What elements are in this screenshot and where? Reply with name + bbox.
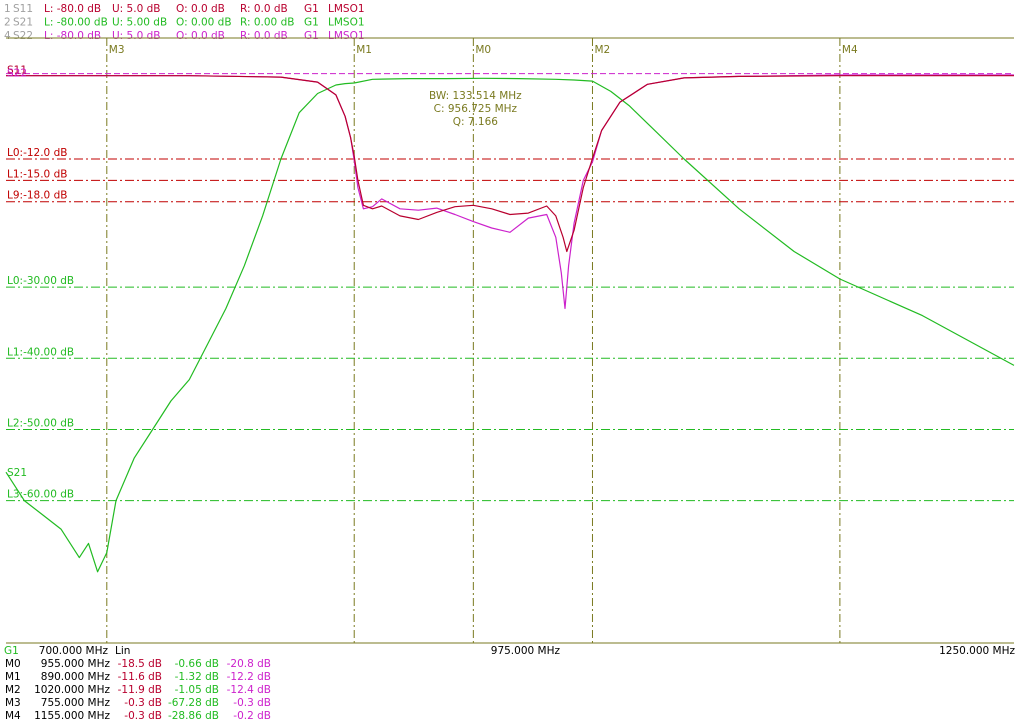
marker-table-s11: -18.5 dB — [118, 658, 162, 670]
annotation-line: Q: 7.166 — [453, 116, 499, 128]
traces: S11S22S21 — [5, 65, 1015, 573]
trace-lower-scale: L: -80.0 dB — [44, 30, 101, 42]
marker-table-id: M3 — [5, 697, 21, 709]
trace-param-label: S22 — [13, 30, 33, 42]
marker-label-m2: M2 — [594, 44, 610, 56]
marker-table-s21: -67.28 dB — [168, 697, 219, 709]
limit-line-label: L1:-15.0 dB — [7, 168, 67, 180]
axis-start-freq: 700.000 MHz — [39, 645, 109, 657]
marker-table-s22: -0.3 dB — [233, 697, 271, 709]
marker-table: M0 955.000 MHz -18.5 dB -0.66 dB -20.8 dB M1 8… — [5, 658, 271, 722]
marker-table-freq: 1020.000 MHz — [34, 684, 110, 696]
trace-s21 — [5, 77, 1015, 573]
trace-tag-s21: S21 — [7, 467, 27, 479]
trace-upper-scale: U: 5.0 dB — [112, 3, 160, 15]
marker-table-id: M1 — [5, 671, 21, 683]
trace-param-label: S11 — [13, 3, 33, 15]
vna-plot: 1 S11 L: -80.0 dB U: 5.0 dB O: 0.0 dB R: 0.0 … — [4, 3, 1015, 722]
trace-lower-scale: L: -80.0 dB — [44, 3, 101, 15]
bandwidth-annotation: BW: 133.514 MHzC: 956.725 MHzQ: 7.166 — [429, 90, 522, 128]
trace-tag-s22: S22 — [7, 68, 27, 80]
limit-line-label: L2:-50.00 dB — [7, 417, 74, 429]
marker-table-s22: -0.2 dB — [233, 710, 271, 722]
marker-label-m3: M3 — [109, 44, 125, 56]
grid: M0 M1 M2 M3 M4 — [6, 37, 1014, 644]
trace-name: LMSO1 — [328, 30, 365, 42]
annotation-line: C: 956.725 MHz — [434, 103, 518, 115]
limit-line-label: L9:-18.0 dB — [7, 190, 67, 202]
trace-group: G1 — [304, 3, 319, 15]
trace-group: G1 — [304, 30, 319, 42]
trace-offset: O: 0.00 dB — [176, 17, 232, 29]
marker-table-freq: 1155.000 MHz — [34, 710, 110, 722]
marker-table-freq: 955.000 MHz — [41, 658, 111, 670]
trace-header: 1 S11 L: -80.0 dB U: 5.0 dB O: 0.0 dB R: 0.0 … — [4, 3, 365, 42]
marker-table-id: M2 — [5, 684, 21, 696]
trace-offset: O: 0.0 dB — [176, 30, 225, 42]
marker-table-s22: -20.8 dB — [227, 658, 271, 670]
axis-group: G1 — [4, 645, 19, 657]
trace-name: LMSO1 — [328, 3, 365, 15]
marker-label-m0: M0 — [475, 44, 491, 56]
limit-lines: L0:-12.0 dB L1:-15.0 dB L9:-18.0 dB L0:-30.… — [6, 73, 1014, 502]
limit-line-label: L1:-40.00 dB — [7, 346, 74, 358]
x-axis-info: G1 700.000 MHz Lin 975.000 MHz 1250.000 MHz — [4, 645, 1015, 657]
trace-reference: R: 0.0 dB — [240, 30, 288, 42]
trace-offset: O: 0.0 dB — [176, 3, 225, 15]
marker-table-s21: -1.05 dB — [175, 684, 219, 696]
marker-table-freq: 890.000 MHz — [41, 671, 111, 683]
marker-table-s21: -0.66 dB — [175, 658, 219, 670]
trace-name: LMSO1 — [328, 17, 365, 29]
marker-table-id: M4 — [5, 710, 21, 722]
marker-table-id: M0 — [5, 658, 21, 670]
trace-upper-scale: U: 5.0 dB — [112, 30, 160, 42]
marker-label-m4: M4 — [842, 44, 858, 56]
marker-table-freq: 755.000 MHz — [41, 697, 111, 709]
marker-table-s11: -0.3 dB — [124, 710, 162, 722]
trace-index: 4 — [4, 30, 11, 42]
limit-line-label: L0:-30.00 dB — [7, 275, 74, 287]
trace-reference: R: 0.0 dB — [240, 3, 288, 15]
axis-scale: Lin — [115, 645, 130, 657]
marker-label-m1: M1 — [356, 44, 372, 56]
marker-table-s11: -0.3 dB — [124, 697, 162, 709]
trace-param-label: S21 — [13, 17, 33, 29]
annotation-line: BW: 133.514 MHz — [429, 90, 522, 102]
trace-lower-scale: L: -80.00 dB — [44, 17, 108, 29]
axis-stop-freq: 1250.000 MHz — [939, 645, 1015, 657]
trace-index: 1 — [4, 3, 11, 15]
trace-group: G1 — [304, 17, 319, 29]
marker-table-s11: -11.9 dB — [118, 684, 162, 696]
marker-table-s21: -28.86 dB — [168, 710, 219, 722]
marker-table-s22: -12.2 dB — [227, 671, 271, 683]
trace-reference: R: 0.00 dB — [240, 17, 294, 29]
trace-upper-scale: U: 5.00 dB — [112, 17, 167, 29]
axis-center-freq: 975.000 MHz — [491, 645, 561, 657]
trace-index: 2 — [4, 17, 11, 29]
marker-table-s21: -1.32 dB — [175, 671, 219, 683]
limit-line-label: L0:-12.0 dB — [7, 147, 67, 159]
marker-table-s11: -11.6 dB — [118, 671, 162, 683]
marker-table-s22: -12.4 dB — [227, 684, 271, 696]
